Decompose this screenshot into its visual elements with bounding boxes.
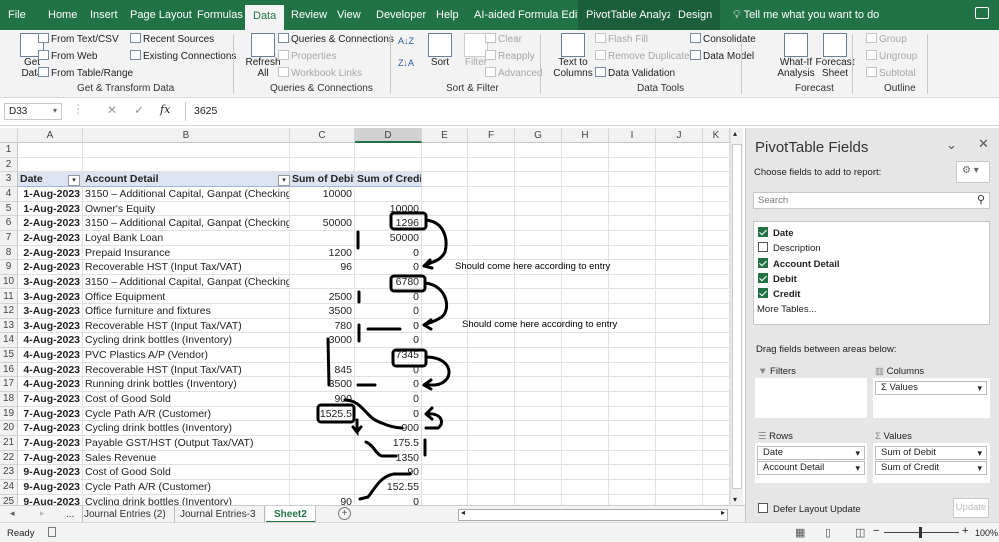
value-field-sum-credit[interactable]: Sum of Credit (875, 461, 987, 475)
horizontal-scrollbar[interactable]: ◂ ▸ (458, 508, 728, 521)
close-icon[interactable]: ✕ (978, 136, 989, 152)
group-label: Outline (884, 83, 916, 94)
scroll-down-icon[interactable]: ▾ (733, 495, 737, 504)
macro-record-icon[interactable] (48, 527, 56, 537)
status-ready: Ready (7, 528, 35, 539)
column-field-values[interactable]: Σ Values (875, 381, 987, 395)
gear-icon: ⚙ ▾ (962, 165, 979, 176)
field-search-input[interactable]: Search ⚲ (753, 192, 990, 209)
ungroup-button-label: Ungroup (879, 51, 918, 62)
group-icon (866, 33, 877, 43)
filters-area-label: ▼ Filters (758, 366, 796, 377)
annotation-note-2: Should come here according to entry (462, 319, 618, 330)
ink-annotations: Should come here according to entry Shou… (316, 211, 618, 501)
chevron-down-icon[interactable]: ⌄ (946, 137, 957, 153)
field-label: Debit (773, 273, 797, 285)
columns-drop-area[interactable]: Σ Values (873, 378, 990, 418)
what-if-analysis-button[interactable]: What-If Analysis (776, 57, 816, 79)
group-separator (852, 34, 853, 94)
rows-icon: ☰ (758, 431, 770, 442)
defer-layout-checkbox[interactable]: Defer Layout Update (758, 503, 861, 515)
values-area-label: Σ Values (875, 431, 912, 442)
group-label: Forecast (795, 83, 834, 94)
sheet-tab[interactable]: Journal Entries (2) (76, 506, 175, 523)
zoom-level[interactable]: 100% (975, 528, 998, 538)
subtotal-button-label: Subtotal (879, 68, 916, 79)
search-icon: ⚲ (976, 194, 985, 206)
normal-view-icon[interactable]: ▦ (795, 526, 805, 539)
what-if-analysis-icon (784, 33, 808, 57)
choose-fields-label: Choose fields to add to report: (754, 167, 882, 178)
next-sheet-icon[interactable]: ▸ (40, 508, 45, 519)
ink-box-1296 (389, 211, 428, 231)
sheet-tab[interactable]: Sheet2 (266, 506, 316, 523)
field-label: Date (773, 228, 794, 239)
gear-dropdown[interactable]: ⚙ ▾ (956, 161, 990, 183)
values-drop-area[interactable]: Sum of Debit Sum of Credit (873, 443, 990, 483)
checkbox[interactable] (758, 257, 768, 268)
checkbox[interactable] (758, 272, 768, 283)
page-layout-view-icon[interactable]: ▯ (825, 526, 831, 539)
value-field-sum-debit[interactable]: Sum of Debit (875, 446, 987, 460)
sigma-icon: Σ (875, 431, 884, 442)
pane-title: PivotTable Fields (755, 139, 869, 156)
field-date[interactable]: Date (758, 227, 794, 239)
zoom-out-button[interactable]: − (873, 525, 879, 537)
field-list: Date Description Account Detail Debit Credit… (753, 221, 990, 325)
update-button[interactable]: Update (953, 498, 989, 518)
zoom-in-button[interactable]: + (962, 525, 968, 537)
vertical-scrollbar[interactable]: ▴ ▾ (730, 128, 743, 505)
zoom-slider[interactable] (884, 527, 959, 538)
row-field-date[interactable]: Date (757, 446, 865, 460)
filters-drop-area[interactable] (755, 378, 867, 418)
new-sheet-button[interactable]: + (338, 507, 351, 520)
forecast-sheet-button-label: Forecast Sheet (815, 57, 855, 79)
sheet-tabs-bar: ◂ ▸ ... Journal Entries (2) Journal Entrie… (0, 505, 745, 523)
comments-icon[interactable] (975, 7, 989, 19)
group-button-label: Group (879, 34, 907, 45)
subtotal-icon (866, 67, 877, 77)
page-break-view-icon[interactable]: ◫ (855, 526, 865, 539)
rows-area-label: ☰ Rows (758, 431, 793, 442)
forecast-sheet-button[interactable]: Forecast Sheet (815, 57, 855, 79)
row-field-account-detail[interactable]: Account Detail (757, 461, 865, 475)
field-debit[interactable]: Debit (758, 272, 797, 285)
columns-icon: ▥ (875, 366, 887, 377)
more-tables-link[interactable]: More Tables... (757, 304, 817, 315)
annotation-note-1: Should come here according to entry (455, 261, 611, 272)
rows-drop-area[interactable]: Date Account Detail (755, 443, 867, 483)
group-button[interactable]: Group (866, 33, 907, 45)
field-label: Description (773, 243, 821, 255)
forecast-sheet-icon (823, 33, 847, 57)
filter-icon: ▼ (758, 366, 771, 377)
field-label: Account Detail (773, 258, 840, 270)
checkbox[interactable] (758, 227, 768, 237)
prev-sheet-icon[interactable]: ◂ (10, 508, 15, 519)
field-description[interactable]: Description (758, 242, 821, 254)
subtotal-button[interactable]: Subtotal (866, 67, 916, 79)
field-label: Credit (773, 289, 801, 301)
ungroup-icon (866, 50, 877, 60)
field-credit[interactable]: Credit (758, 288, 800, 300)
tell-me-search[interactable]: 💡︎ Tell me what you want to do (733, 9, 879, 22)
field-account-detail[interactable]: Account Detail (758, 257, 840, 270)
what-if-analysis-button-label: What-If Analysis (777, 57, 815, 79)
drag-fields-label: Drag fields between areas below: (756, 344, 897, 355)
ink-strokes (316, 211, 451, 501)
pivottable-fields-pane: PivotTable Fields ⌄ ✕ Choose fields to a… (745, 128, 999, 522)
columns-area-label: ▥ Columns (875, 366, 925, 377)
ungroup-button[interactable]: Ungroup (866, 50, 917, 62)
status-bar: Ready ▦ ▯ ◫ − + 100% (0, 522, 999, 542)
group-separator (927, 34, 928, 94)
checkbox[interactable] (758, 288, 768, 299)
checkbox[interactable] (758, 242, 768, 253)
sheet-tab[interactable]: Journal Entries-3 (172, 506, 265, 523)
scroll-up-icon[interactable]: ▴ (733, 129, 737, 138)
